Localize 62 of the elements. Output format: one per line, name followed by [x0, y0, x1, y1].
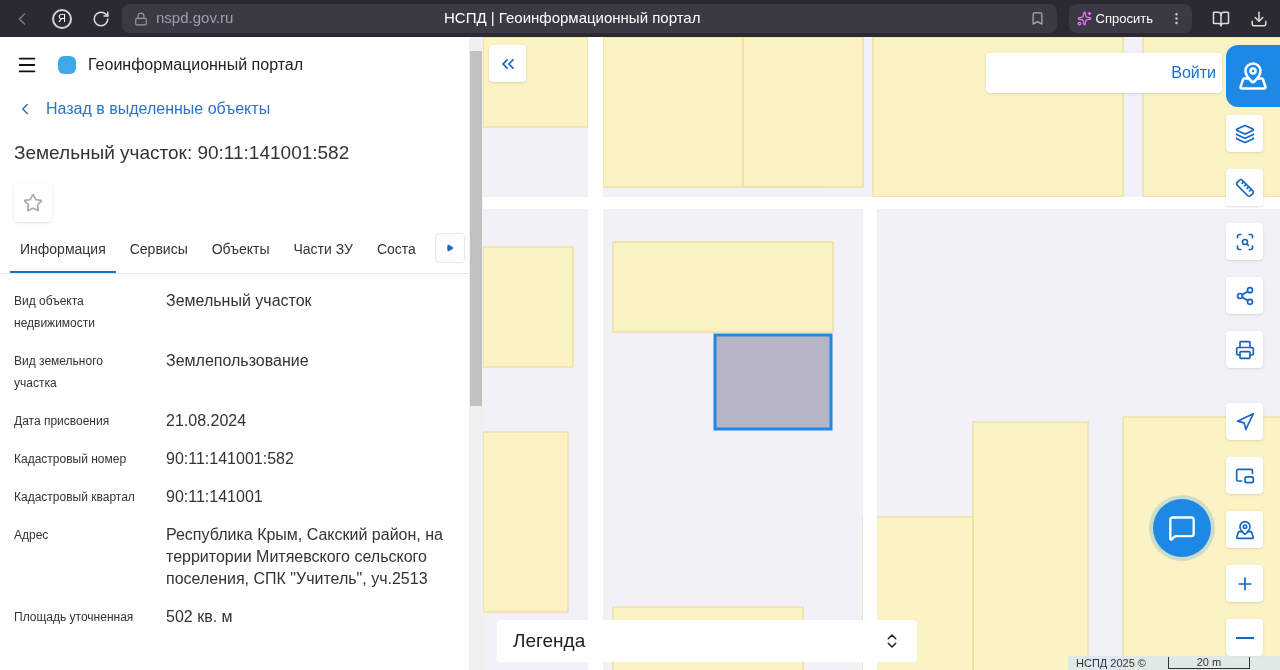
bookmark-icon[interactable]	[1029, 11, 1045, 26]
map-logo-icon	[1238, 61, 1268, 91]
property-label: Дата присвоения	[14, 412, 111, 430]
layers-icon	[1234, 123, 1255, 144]
tab[interactable]: Сервисы	[119, 229, 198, 273]
property-value: Земельный участок	[166, 290, 312, 311]
property-label: Площадь уточненная	[14, 608, 135, 626]
url-text: nspd.gov.ru	[156, 8, 235, 29]
property-value: 90:11:141001:582	[166, 448, 294, 469]
ruler-button[interactable]	[1226, 169, 1263, 206]
chat-icon	[1168, 514, 1196, 542]
sparkle-icon	[1076, 11, 1092, 26]
navigation-button[interactable]	[1226, 403, 1263, 440]
property-label: Кадастровый номер	[14, 450, 128, 468]
property-value: Республика Крым, Сакский район, на территории Митяевского сельского поселения, СПК "Учитель", уч.2513	[166, 524, 444, 589]
picture-in-picture-button[interactable]	[1226, 457, 1263, 494]
printer-icon	[1234, 339, 1255, 360]
lock-icon	[134, 11, 148, 26]
ask-button[interactable]: Спросить	[1068, 4, 1192, 33]
property-label: Вид объекта недвижимости	[14, 292, 96, 332]
tab[interactable]: Информация	[10, 229, 116, 273]
navigation-icon	[1234, 411, 1255, 432]
scan-search-icon	[1234, 231, 1255, 252]
property-label: Адрес	[14, 526, 50, 544]
page-title: НСПД | Геоинформационный портал	[444, 8, 702, 29]
property-value: Землепользование	[166, 350, 309, 371]
object-title: Земельный участок: 90:11:141001:582	[13, 141, 351, 165]
scrollbar[interactable]	[469, 37, 483, 670]
layers-button[interactable]	[1226, 115, 1263, 152]
collapse-panel-button[interactable]	[489, 45, 526, 82]
property-value: 502 кв. м	[166, 606, 233, 627]
zoom-out-icon	[1235, 636, 1254, 639]
property-value: 21.08.2024	[166, 410, 247, 431]
download-icon[interactable]	[1250, 9, 1268, 28]
property-value: 90:11:141001	[166, 486, 263, 507]
property-label: Вид земельного участка	[14, 352, 104, 392]
login-button[interactable]: Войти	[986, 53, 1222, 93]
tab[interactable]: Соста	[366, 229, 426, 273]
scroll-tabs-button[interactable]	[435, 232, 465, 263]
share-button[interactable]	[1226, 277, 1263, 314]
legend-dropdown[interactable]: Легенда	[497, 620, 917, 662]
browser-logo[interactable]: Я	[52, 8, 72, 29]
app-title: Геоинформационный портал	[88, 54, 304, 75]
back-link[interactable]: Назад в выделенные объекты	[0, 97, 469, 121]
scan-search-button[interactable]	[1226, 223, 1263, 260]
property-label: Кадастровый квартал	[14, 488, 136, 506]
printer-button[interactable]	[1226, 331, 1263, 368]
tab[interactable]: Части ЗУ	[283, 229, 363, 273]
gis-logo-badge[interactable]	[1226, 45, 1280, 107]
ruler-icon	[1234, 177, 1255, 198]
scale-bar: 20 m	[1167, 657, 1250, 669]
logo-icon	[58, 55, 76, 74]
map-pin-search-button[interactable]	[1226, 511, 1263, 548]
play-icon	[446, 243, 454, 252]
reload-icon[interactable]	[92, 9, 110, 28]
zoom-in-button[interactable]	[1226, 565, 1263, 602]
reader-icon[interactable]	[1212, 9, 1230, 28]
tab[interactable]: Объекты	[201, 229, 280, 273]
address-bar[interactable]: nspd.gov.ru НСПД | Геоинформационный портал	[122, 4, 1057, 33]
zoom-out-button[interactable]	[1226, 619, 1263, 656]
share-icon	[1234, 285, 1255, 306]
attribution-text: НСПД 2025 ©	[1076, 655, 1146, 670]
